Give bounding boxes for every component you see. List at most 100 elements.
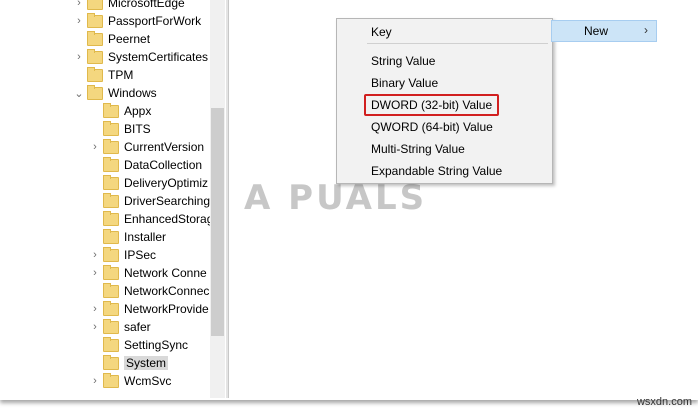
tree-item[interactable]: BITS — [90, 120, 151, 138]
menu-item-expandable-string-value[interactable]: Expandable String Value — [337, 161, 552, 181]
menu-item-label: QWORD (64-bit) Value — [371, 120, 493, 134]
tree-pane: › MicrosoftEdge › PassportForWork Peernet › Sy… — [0, 0, 226, 398]
tree-item-label: Network Conne — [124, 266, 207, 280]
folder-icon — [103, 102, 119, 118]
folder-icon — [103, 354, 119, 370]
folder-icon — [103, 156, 119, 172]
folder-icon — [87, 0, 103, 10]
menu-separator — [367, 43, 548, 44]
tree-item-label: SettingSync — [124, 338, 189, 352]
folder-icon — [103, 282, 119, 298]
tree-scroll-thumb[interactable] — [211, 108, 224, 336]
tree-item-label: IPSec — [124, 248, 157, 262]
tree-item-label: Peernet — [108, 32, 151, 46]
tree-item[interactable]: NetworkConnec — [90, 282, 209, 300]
folder-icon — [103, 192, 119, 208]
folder-icon — [103, 318, 119, 334]
tree-item-label: NetworkProvide — [124, 302, 209, 316]
folder-icon — [103, 120, 119, 136]
tree-item-label: SystemCertificates — [108, 50, 209, 64]
tree-item[interactable]: › PassportForWork — [74, 12, 201, 30]
chevron-right-icon[interactable]: › — [90, 300, 100, 318]
tree-item[interactable]: › CurrentVersion — [90, 138, 204, 156]
tree-item[interactable]: › IPSec — [90, 246, 156, 264]
tree-item-label: CurrentVersion — [124, 140, 205, 154]
folder-icon — [87, 12, 103, 28]
tree-item[interactable]: › NetworkProvide — [90, 300, 209, 318]
folder-icon — [103, 336, 119, 352]
folder-icon — [103, 228, 119, 244]
menu-item-label: Multi-String Value — [371, 142, 465, 156]
menu-item-key[interactable]: Key — [337, 22, 552, 42]
tree-item[interactable]: Peernet — [74, 30, 150, 48]
menu-item-new[interactable]: New › — [551, 20, 657, 42]
folder-icon — [87, 66, 103, 82]
tree-item-label: PassportForWork — [108, 14, 202, 28]
tree-item[interactable]: ⌄ Windows — [74, 84, 157, 102]
folder-icon — [103, 264, 119, 280]
tree-item-label: Windows — [108, 86, 157, 100]
tree-item-label: DeliveryOptimiz — [124, 176, 209, 190]
menu-item-multi-string-value[interactable]: Multi-String Value — [337, 139, 552, 159]
tree-item-label: Installer — [124, 230, 167, 244]
menu-item-binary-value[interactable]: Binary Value — [337, 73, 552, 93]
tree-item-label: BITS — [124, 122, 151, 136]
tree-item-label: System — [124, 356, 169, 370]
folder-icon — [103, 210, 119, 226]
chevron-right-icon[interactable]: › — [90, 318, 100, 336]
tree-item[interactable]: System — [90, 354, 169, 372]
folder-icon — [87, 30, 103, 46]
folder-icon — [103, 174, 119, 190]
tree-item[interactable]: › SystemCertificates — [74, 48, 208, 66]
tree-item[interactable]: TPM — [74, 66, 133, 84]
tree-item[interactable]: SettingSync — [90, 336, 188, 354]
tree-item[interactable]: › WcmSvc — [90, 372, 171, 390]
registry-editor-window: › MicrosoftEdge › PassportForWork Peernet › Sy… — [0, 0, 698, 398]
chevron-right-icon[interactable]: › — [90, 264, 100, 282]
chevron-right-icon[interactable]: › — [74, 12, 84, 30]
tree-item[interactable]: DriverSearching — [90, 192, 210, 210]
tree-item-label: MicrosoftEdge — [108, 0, 185, 10]
tree-item[interactable]: › MicrosoftEdge — [74, 0, 185, 12]
pane-splitter[interactable] — [226, 0, 229, 398]
tree-item[interactable]: › safer — [90, 318, 151, 336]
chevron-right-icon: › — [644, 23, 648, 37]
menu-item-label: Binary Value — [371, 76, 439, 90]
tree-item-label: TPM — [108, 68, 134, 82]
chevron-right-icon[interactable]: › — [74, 48, 84, 66]
folder-icon — [87, 84, 103, 100]
menu-item-label: Key — [371, 25, 392, 39]
menu-item-string-value[interactable]: String Value — [337, 51, 552, 71]
menu-item-label: String Value — [371, 54, 436, 68]
tree-item[interactable]: DeliveryOptimiz — [90, 174, 208, 192]
tree-item-label: WcmSvc — [124, 374, 172, 388]
chevron-right-icon[interactable]: › — [90, 246, 100, 264]
tree-item[interactable]: EnhancedStorag — [90, 210, 213, 228]
tree-item[interactable]: Appx — [90, 102, 151, 120]
menu-item-qword-value[interactable]: QWORD (64-bit) Value — [337, 117, 552, 137]
chevron-right-icon[interactable]: › — [90, 372, 100, 390]
tree-item[interactable]: DataCollection — [90, 156, 202, 174]
tree-item-label: safer — [124, 320, 151, 334]
chevron-right-icon[interactable]: › — [90, 138, 100, 156]
tree-item-label: EnhancedStorag — [124, 212, 214, 226]
folder-icon — [103, 372, 119, 388]
tree-item[interactable]: Installer — [90, 228, 166, 246]
watermark: A PUALS — [244, 178, 428, 218]
folder-icon — [103, 138, 119, 154]
tree-item[interactable]: › Network Conne — [90, 264, 207, 282]
chevron-down-icon[interactable]: ⌄ — [74, 84, 84, 102]
chevron-right-icon[interactable]: › — [74, 0, 84, 12]
site-watermark: wsxdn.com — [636, 396, 692, 408]
folder-icon — [103, 300, 119, 316]
